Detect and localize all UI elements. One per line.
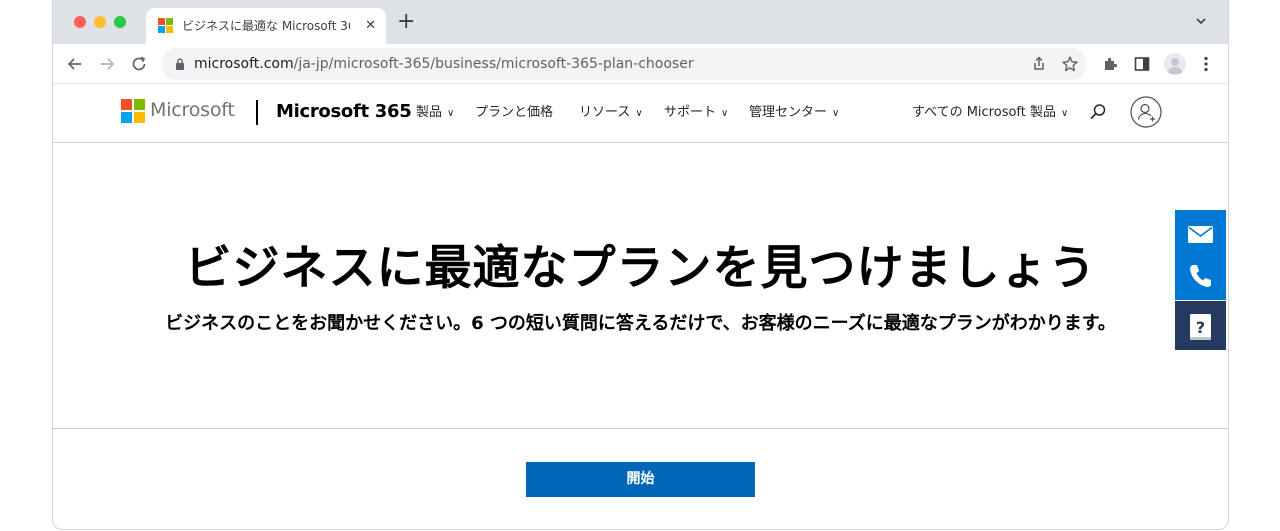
nav-item-label: リソース (579, 105, 631, 120)
profile-person-icon (1167, 58, 1183, 74)
nav-item-label: 製品 (416, 105, 443, 120)
browser-toolbar: microsoft.com/ja-jp/microsoft-365/busine… (53, 44, 1228, 84)
microsoft-favicon-icon (158, 18, 174, 34)
help-question-mark: ? (1196, 318, 1205, 337)
tab-close-icon[interactable]: ✕ (365, 17, 376, 35)
url-host: microsoft.com (194, 56, 294, 72)
nav-item-resources[interactable]: リソース ∨ (579, 103, 643, 124)
start-button[interactable]: 開始 (526, 462, 755, 497)
nav-item-label: プランと価格 (475, 105, 554, 120)
product-title[interactable]: Microsoft 365 (276, 100, 412, 124)
microsoft-wordmark[interactable]: Microsoft (150, 98, 235, 122)
hero-section: ビジネスに最適なプランを見つけましょう ビジネスのことをお聞かせください。6 つ… (53, 143, 1228, 429)
chevron-down-icon: ∨ (1061, 108, 1069, 119)
new-tab-button[interactable]: + (397, 9, 415, 35)
url-path: /ja-jp/microsoft-365/business/microsoft-… (293, 56, 694, 72)
back-arrow-icon[interactable] (65, 54, 85, 74)
search-icon[interactable] (1089, 103, 1107, 121)
tab-search-chevron-icon[interactable] (1194, 14, 1208, 28)
extensions-puzzle-icon[interactable] (1101, 54, 1121, 74)
maximize-window-button[interactable] (114, 16, 126, 28)
nav-item-admin-center[interactable]: 管理センター ∨ (749, 103, 839, 124)
site-header: Microsoft Microsoft 365 製品 ∨ プランと価格 リソース ∨… (53, 85, 1228, 143)
nav-item-support[interactable]: サポート ∨ (664, 103, 728, 124)
nav-item-label: 管理センター (749, 105, 828, 120)
page-subtitle: ビジネスのことをお聞かせください。6 つの短い質問に答えるだけで、お客様のニーズ… (165, 313, 1116, 334)
close-window-button[interactable] (74, 16, 86, 28)
reload-icon[interactable] (129, 54, 149, 74)
chevron-down-icon: ∨ (721, 108, 729, 119)
tab-title: ビジネスに最適な Microsoft 365 (182, 19, 350, 33)
tab-strip: ビジネスに最適な Microsoft 365 ✕ + (53, 0, 1228, 44)
help-button[interactable]: ? (1175, 301, 1226, 350)
chevron-down-icon: ∨ (447, 108, 455, 119)
bookmark-star-icon[interactable] (1061, 55, 1079, 73)
nav-item-plans-pricing[interactable]: プランと価格 (475, 103, 553, 123)
minimize-window-button[interactable] (94, 16, 106, 28)
tab-active[interactable]: ビジネスに最適な Microsoft 365 ✕ (146, 8, 386, 44)
phone-icon (1190, 265, 1211, 287)
forward-arrow-icon[interactable] (97, 54, 117, 74)
chevron-down-icon: ∨ (635, 108, 643, 119)
address-bar[interactable]: microsoft.com/ja-jp/microsoft-365/busine… (161, 48, 1087, 80)
profile-avatar[interactable] (1164, 53, 1186, 75)
chevron-down-icon: ∨ (832, 108, 840, 119)
mail-icon (1188, 226, 1213, 243)
all-products-label: すべての Microsoft 製品 (912, 105, 1056, 120)
url-text: microsoft.com/ja-jp/microsoft-365/busine… (194, 55, 694, 73)
browser-window: ビジネスに最適な Microsoft 365 ✕ + microsoft.com… (52, 0, 1229, 530)
microsoft-logo-icon[interactable] (121, 99, 145, 123)
nav-item-label: サポート (664, 105, 717, 120)
share-icon[interactable] (1030, 55, 1048, 73)
lock-icon (176, 58, 184, 70)
all-microsoft-products-menu[interactable]: すべての Microsoft 製品 ∨ (912, 103, 1068, 124)
account-sign-in-icon[interactable] (1130, 96, 1162, 128)
side-panel-icon[interactable] (1132, 54, 1152, 74)
page-title: ビジネスに最適なプランを見つけましょう (184, 241, 1097, 296)
nav-item-products[interactable]: 製品 ∨ (416, 103, 454, 124)
header-divider (256, 100, 258, 125)
phone-contact-button[interactable] (1175, 251, 1226, 300)
kebab-menu-icon[interactable] (1196, 54, 1216, 74)
help-document-icon: ? (1190, 314, 1211, 340)
